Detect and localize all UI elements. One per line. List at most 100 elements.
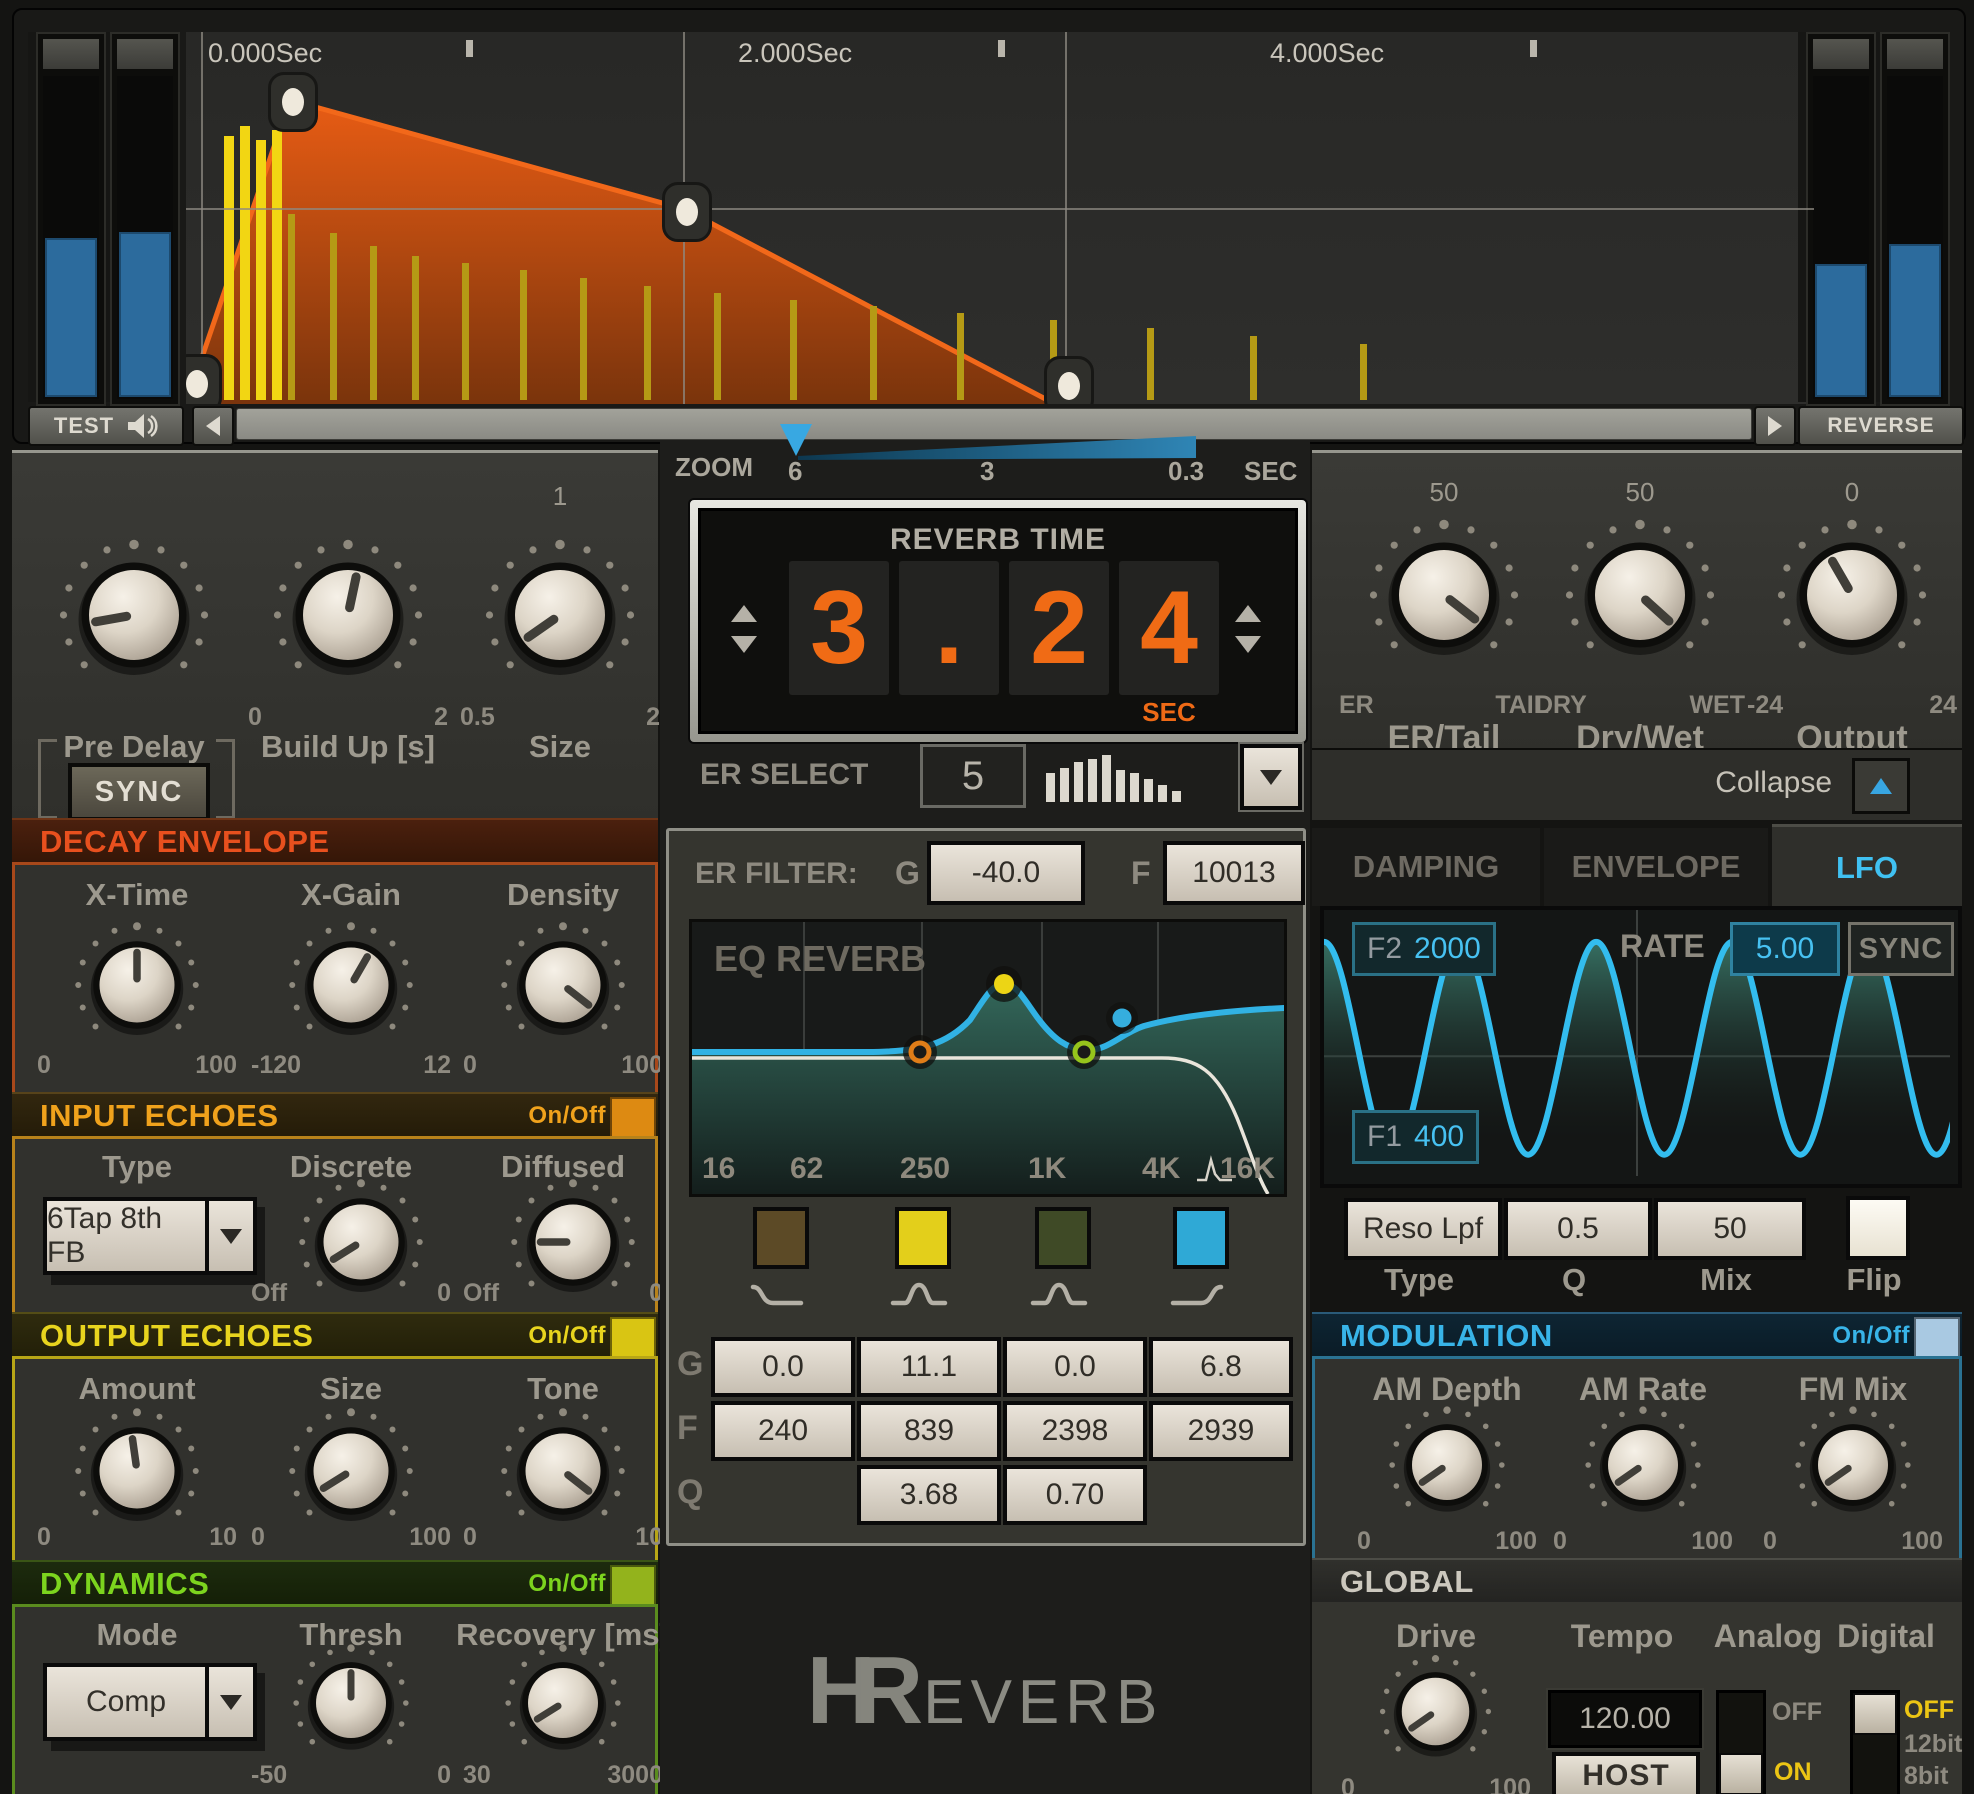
- envelope-end-handle[interactable]: [1044, 356, 1094, 404]
- output-onoff-led[interactable]: [610, 1317, 656, 1359]
- er-filter-g-label: G: [895, 855, 920, 891]
- bell-filter-icon[interactable]: [1029, 1277, 1089, 1311]
- lfo-display[interactable]: F2 2000 RATE 5.00 SYNC F1 400: [1320, 906, 1969, 1188]
- analog-slider-handle[interactable]: [1719, 1753, 1763, 1794]
- er-pattern-icon: [1046, 750, 1181, 802]
- envelope-start-handle[interactable]: [186, 354, 222, 404]
- min-label: -120: [251, 1051, 302, 1079]
- reverb-time-spinner-right[interactable]: [1235, 605, 1261, 653]
- lfo-f1-box[interactable]: F1 400: [1352, 1110, 1480, 1164]
- reverb-envelope-graph[interactable]: 0.000Sec 2.000Sec 4.000Sec: [186, 32, 1814, 404]
- ertail-knob[interactable]: [1354, 505, 1534, 690]
- predelay-sync-button[interactable]: SYNC: [68, 763, 210, 821]
- er-filter-f-value[interactable]: 10013: [1163, 841, 1305, 905]
- analog-slider[interactable]: [1716, 1690, 1766, 1794]
- lfo-filter-q-value[interactable]: 0.5: [1504, 1198, 1652, 1260]
- band4-gain[interactable]: 6.8: [1149, 1337, 1293, 1397]
- tab-damping[interactable]: DAMPING: [1312, 828, 1540, 906]
- er-filter-g-value[interactable]: -40.0: [927, 841, 1085, 905]
- lfo-filter-mix-value[interactable]: 50: [1654, 1198, 1806, 1260]
- size-knob[interactable]: [470, 525, 650, 710]
- f2-label: F2: [1367, 932, 1403, 965]
- damping-tab-label: DAMPING: [1352, 849, 1500, 884]
- drywet-knob[interactable]: [1550, 505, 1730, 690]
- lfo-sync-button[interactable]: SYNC: [1848, 922, 1954, 976]
- host-button[interactable]: HOST: [1552, 1752, 1700, 1794]
- band3-gain[interactable]: 0.0: [1003, 1337, 1147, 1397]
- tempo-display[interactable]: 120.00: [1546, 1688, 1704, 1750]
- time-label-2: 2.000Sec: [738, 38, 853, 68]
- zoom-tick-3: 3: [980, 456, 995, 486]
- band3-freq[interactable]: 2398: [1003, 1401, 1147, 1461]
- xtime-knob[interactable]: [62, 910, 212, 1065]
- band1-gain[interactable]: 0.0: [711, 1337, 855, 1397]
- input-onoff-led[interactable]: [610, 1097, 656, 1139]
- dynamics-mode-dropdown[interactable]: Comp: [43, 1663, 257, 1741]
- tab-envelope[interactable]: ENVELOPE: [1544, 828, 1768, 906]
- zoom-slider-track[interactable]: [798, 430, 1196, 462]
- er-select-dropdown-button[interactable]: [1238, 742, 1304, 812]
- eq-reverb-graph[interactable]: EQ REVERB 16 62 250 1K 4K 16K: [689, 919, 1287, 1197]
- rate-value-box[interactable]: 5.00: [1730, 922, 1840, 976]
- er-select-value[interactable]: 5: [920, 744, 1026, 808]
- bell-filter-icon[interactable]: [889, 1277, 949, 1311]
- fmmix-knob[interactable]: [1783, 1395, 1923, 1540]
- band3-q[interactable]: 0.70: [1003, 1465, 1147, 1525]
- tempo-value: 120.00: [1579, 1702, 1671, 1735]
- min-label: Off: [463, 1279, 500, 1307]
- band2-q[interactable]: 3.68: [857, 1465, 1001, 1525]
- digital-slider[interactable]: [1850, 1690, 1900, 1794]
- low-shelf-icon[interactable]: [747, 1277, 807, 1311]
- band2-freq[interactable]: 839: [857, 1401, 1001, 1461]
- density-knob[interactable]: [488, 910, 638, 1065]
- band2-gain[interactable]: 11.1: [857, 1337, 1001, 1397]
- global-section: Drive Tempo Analog Digital 0 100 120.00 H…: [1312, 1602, 1962, 1794]
- band4-color-swatch[interactable]: [1173, 1207, 1229, 1269]
- band3-color-swatch[interactable]: [1035, 1207, 1091, 1269]
- collapse-button[interactable]: [1852, 758, 1910, 814]
- q-row-label: Q: [677, 1473, 704, 1511]
- density-label: Density: [507, 877, 619, 912]
- lfo-f2-box[interactable]: F2 2000: [1352, 922, 1496, 976]
- zoom-tick-03: 0.3: [1168, 456, 1205, 486]
- max-label: 2: [434, 703, 448, 731]
- recovery-knob[interactable]: [493, 1633, 633, 1778]
- band2-color-swatch[interactable]: [895, 1207, 951, 1269]
- amrate-knob[interactable]: [1573, 1395, 1713, 1540]
- lfo-tab-label: LFO: [1836, 850, 1898, 885]
- reverb-time-digit[interactable]: 4: [1119, 561, 1219, 695]
- band4-freq[interactable]: 2939: [1149, 1401, 1293, 1461]
- amdepth-knob[interactable]: [1377, 1395, 1517, 1540]
- digital-label: Digital: [1837, 1618, 1935, 1654]
- gridline: [201, 32, 203, 404]
- global-header: GLOBAL: [1312, 1558, 1962, 1604]
- reverb-time-spinner-left[interactable]: [731, 605, 757, 653]
- lfo-filter-type-value[interactable]: Reso Lpf: [1344, 1198, 1502, 1260]
- output-knob[interactable]: [1762, 505, 1942, 690]
- dynamics-onoff-led[interactable]: [610, 1565, 656, 1607]
- drive-knob[interactable]: [1368, 1644, 1503, 1784]
- band1-freq[interactable]: 240: [711, 1401, 855, 1461]
- tab-lfo[interactable]: LFO: [1772, 824, 1962, 909]
- digital-slider-handle[interactable]: [1853, 1693, 1897, 1735]
- min-label: 0: [1553, 1527, 1567, 1555]
- predelay-label: Pre Delay: [63, 729, 205, 764]
- envelope-mid-handle[interactable]: [662, 182, 712, 242]
- flip-toggle[interactable]: [1846, 1196, 1910, 1260]
- modulation-onoff-led[interactable]: [1914, 1317, 1960, 1359]
- envelope-peak-handle[interactable]: [268, 72, 318, 132]
- xgain-knob[interactable]: [276, 910, 426, 1065]
- reverb-time-digit[interactable]: 3: [789, 561, 889, 695]
- gain-row-label: G: [677, 1345, 704, 1383]
- predelay-knob[interactable]: [44, 525, 224, 710]
- reverb-time-dot[interactable]: .: [899, 561, 999, 695]
- input-type-dropdown[interactable]: 6Tap 8th FB: [43, 1197, 257, 1275]
- reverb-time-display[interactable]: REVERB TIME 3 . 2 4 SEC: [688, 498, 1308, 744]
- reverb-time-digit[interactable]: 2: [1009, 561, 1109, 695]
- band1-color-swatch[interactable]: [753, 1207, 809, 1269]
- thresh-knob[interactable]: [281, 1633, 421, 1778]
- high-shelf-icon[interactable]: [1167, 1277, 1227, 1311]
- ertail-value: 50: [1429, 477, 1459, 507]
- buildup-knob[interactable]: [258, 525, 438, 710]
- min-label: 0: [1763, 1527, 1777, 1555]
